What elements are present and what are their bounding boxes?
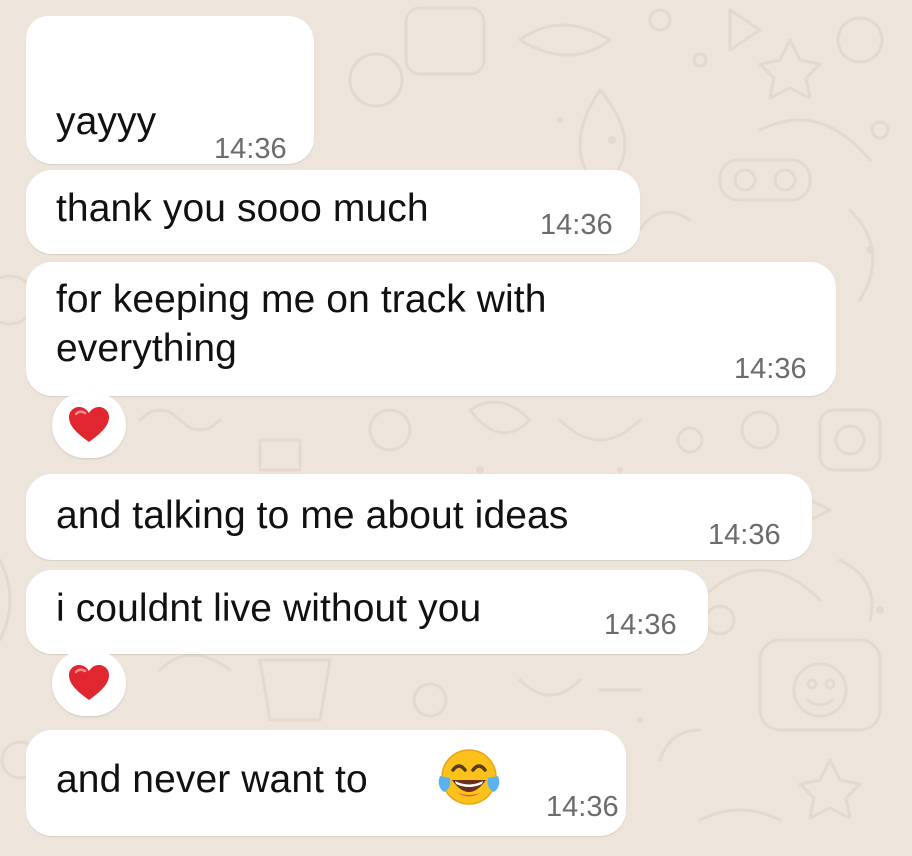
message-reaction[interactable]: [52, 392, 126, 458]
message-timestamp: 14:36: [214, 133, 287, 165]
message-timestamp: 14:36: [540, 209, 613, 241]
message-text: yayyy: [56, 100, 157, 143]
red-heart-icon: [69, 407, 109, 442]
message-text-line-1: for keeping me on track with: [56, 278, 547, 321]
message-bubble[interactable]: yayyy 14:36: [26, 16, 314, 164]
message-timestamp: 14:36: [734, 353, 807, 385]
tears-of-joy-emoji-icon: [438, 749, 500, 805]
message-bubble[interactable]: i couldnt live without you 14:36: [26, 570, 708, 654]
message-bubble[interactable]: for keeping me on track with everything …: [26, 262, 836, 396]
message-text: i couldnt live without you: [56, 587, 482, 630]
message-bubble[interactable]: thank you sooo much 14:36: [26, 170, 640, 254]
message-reaction[interactable]: [52, 650, 126, 716]
red-heart-icon: [69, 665, 109, 700]
message-timestamp: 14:36: [604, 609, 677, 641]
message-bubble[interactable]: and talking to me about ideas 14:36: [26, 474, 812, 560]
message-timestamp: 14:36: [708, 519, 781, 551]
message-bubble[interactable]: and never want to 14:36: [26, 730, 626, 836]
message-text-line-2: everything: [56, 327, 237, 370]
message-text: and talking to me about ideas: [56, 494, 569, 537]
message-timestamp: 14:36: [546, 791, 619, 823]
message-text: and never want to: [56, 758, 368, 801]
message-text: thank you sooo much: [56, 187, 429, 230]
